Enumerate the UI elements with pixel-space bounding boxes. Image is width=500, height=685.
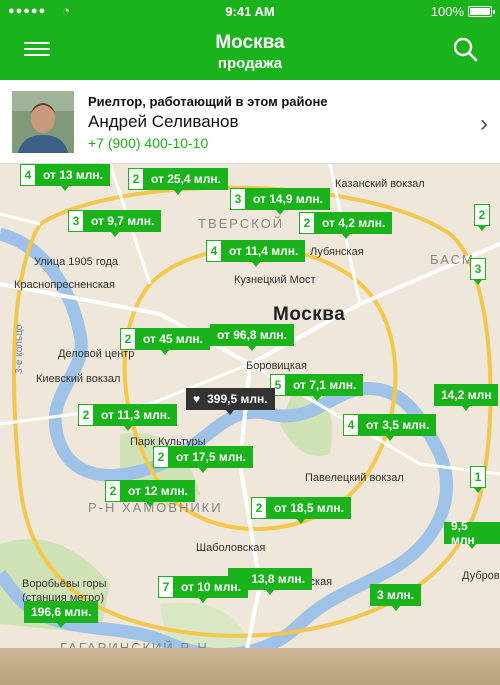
battery-icon bbox=[468, 6, 495, 17]
price-pin[interactable]: 196,6 млн. bbox=[24, 601, 99, 628]
avatar bbox=[12, 91, 74, 153]
price-pin[interactable]: 4 от 3,5 млн. bbox=[343, 414, 437, 441]
search-icon bbox=[453, 37, 478, 62]
price-pin[interactable]: 7 от 10 млн. bbox=[158, 576, 249, 603]
price-pin[interactable]: 2 от 12 млн. bbox=[105, 480, 196, 507]
road-label: 3-е кольцо bbox=[14, 324, 25, 374]
page-subtitle: продажа bbox=[217, 55, 283, 72]
chevron-right-icon: › bbox=[480, 110, 488, 137]
app-header: ●●●●● ◔ 9:41 AM 100% Москва продажа bbox=[0, 0, 500, 80]
favorite-price-pin[interactable]: ♥ 399,5 млн. bbox=[186, 388, 275, 415]
price-pin[interactable]: 1 bbox=[470, 466, 486, 493]
price-pin[interactable]: 3 от 9,7 млн. bbox=[68, 210, 162, 237]
price-pin[interactable]: 2 bbox=[474, 204, 490, 231]
map-view[interactable]: Казанский вокзал ТВЕРСКОЙ БАСМ Улица 190… bbox=[0, 164, 500, 685]
realtor-phone[interactable]: +7 (900) 400-10-10 bbox=[88, 135, 208, 151]
price-pin[interactable]: 2 от 25,4 млн. bbox=[128, 168, 229, 195]
page-title: Москва bbox=[215, 32, 285, 53]
map-label: Лубянская bbox=[310, 246, 364, 258]
district-label: ТВЕРСКОЙ bbox=[198, 216, 285, 231]
map-label: Казанский вокзал bbox=[335, 178, 425, 190]
realtor-caption: Риелтор, работающий в этом районе bbox=[88, 94, 328, 109]
status-time: 9:41 AM bbox=[225, 4, 275, 19]
price-pin[interactable]: 2 от 4,2 млн. bbox=[299, 212, 393, 239]
battery-percent: 100% bbox=[430, 4, 464, 19]
realtor-name: Андрей Селиванов bbox=[88, 112, 239, 131]
heart-icon: ♥ bbox=[186, 388, 201, 410]
map-label: Улица 1905 года bbox=[34, 256, 118, 268]
map-label: Павелецкий вокзал bbox=[305, 472, 404, 484]
map-label: Кузнецкий Мост bbox=[234, 274, 316, 286]
map-label: Дубров bbox=[462, 570, 500, 582]
map-label: Киевский вокзал bbox=[36, 373, 121, 385]
map-label: Краснопресненская bbox=[14, 279, 115, 291]
search-button[interactable] bbox=[452, 36, 478, 62]
district-label: Р-Н ХАМОВНИКИ bbox=[88, 500, 223, 515]
price-pin[interactable]: 9,5 млн bbox=[444, 519, 500, 549]
price-pin[interactable]: 2 от 18,5 млн. bbox=[251, 497, 352, 524]
city-label: Москва bbox=[273, 304, 346, 325]
price-pin[interactable]: 2 от 11,3 млн. bbox=[78, 404, 178, 431]
district-label: БАСМ bbox=[430, 252, 475, 267]
price-pin[interactable]: от 96,8 млн. bbox=[210, 324, 295, 351]
price-pin[interactable]: 4 от 11,4 млн. bbox=[206, 240, 306, 267]
price-pin[interactable]: 2 от 45 млн. bbox=[120, 328, 211, 355]
price-pin[interactable]: 2 от 17,5 млн. bbox=[153, 446, 254, 473]
map-label: Боровицкая bbox=[246, 360, 307, 372]
price-pin[interactable]: 3 млн. bbox=[370, 584, 422, 611]
price-pin[interactable]: 3 bbox=[470, 258, 486, 285]
header-titles: Москва продажа bbox=[100, 32, 400, 72]
price-pin[interactable]: 4 от 13 млн. bbox=[20, 164, 111, 191]
price-pin[interactable]: 14,2 млн bbox=[434, 384, 499, 411]
map-label: Воробьёвы горы bbox=[22, 578, 107, 590]
listing-photo-peek[interactable] bbox=[0, 648, 500, 685]
menu-button[interactable] bbox=[24, 38, 50, 60]
price-pin[interactable]: 5 от 7,1 млн. bbox=[270, 374, 364, 401]
map-label: Шаболовская bbox=[196, 542, 266, 554]
price-pin[interactable]: 3 от 14,9 млн. bbox=[230, 188, 331, 215]
realtor-card[interactable]: Риелтор, работающий в этом районе Андрей… bbox=[0, 80, 500, 164]
status-bar: ●●●●● ◔ 9:41 AM 100% bbox=[0, 0, 500, 24]
